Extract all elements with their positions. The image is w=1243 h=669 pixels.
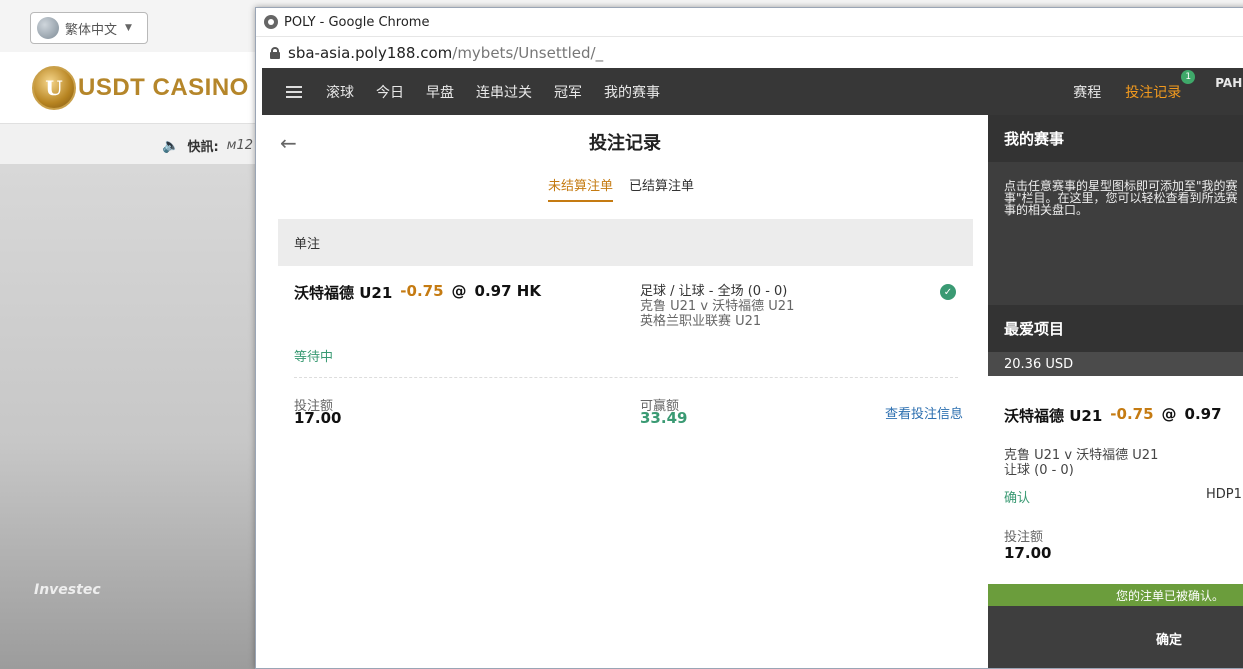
bet-item: 沃特福德 U21 -0.75 @ 0.97 HK 足球 / 让球 - 全场 (0… (278, 266, 973, 427)
nav-item-parlay[interactable]: 连串过关 (476, 82, 532, 102)
bet-at: @ (451, 282, 467, 300)
hamburger-menu-icon[interactable] (286, 85, 302, 98)
nav-item-today[interactable]: 今日 (376, 82, 404, 102)
url-path: /mybets/Unsettled/_ (452, 43, 604, 62)
right-sidebar: 我的赛事 点击任意赛事的星型图标即可添加至"我的赛事"栏目。在这里，您可以轻松查… (988, 115, 1243, 668)
page-title: 投注记录 (589, 133, 661, 154)
bet-market: 足球 / 让球 - 全场 (0 - 0) (640, 284, 788, 299)
ok-button[interactable]: 确定 (988, 606, 1243, 668)
bet-info: 足球 / 让球 - 全场 (0 - 0) 克鲁 U21 v 沃特福德 U21 英… (640, 284, 794, 329)
nav-item-outright[interactable]: 冠军 (554, 82, 582, 102)
bet-handicap: -0.75 (400, 282, 444, 300)
fav-hdp-code: HDP1 (1206, 487, 1242, 502)
nav-item-my-events[interactable]: 我的赛事 (604, 82, 660, 102)
language-label: 繁体中文 (65, 22, 118, 38)
fav-selection-line: 沃特福德 U21 -0.75 @ 0.97 (1004, 405, 1222, 426)
nav-item-bet-record[interactable]: 投注记录 1 (1125, 69, 1196, 102)
logo-text: USDT CASINO (78, 74, 249, 101)
stadium-text: Investec (34, 582, 101, 598)
bet-divider (294, 377, 958, 378)
nav-item-early[interactable]: 早盘 (426, 82, 454, 102)
language-select[interactable]: 繁体中文 ▼ (30, 12, 148, 44)
address-bar[interactable]: sba-asia.poly188.com/mybets/Unsettled/_ (256, 36, 1243, 68)
app-nav: 滚球 今日 早盘 连串过关 冠军 我的赛事 赛程 投注记录 1 PAHU (262, 68, 1243, 115)
win-value: 33.49 (640, 409, 688, 427)
bet-match: 克鲁 U21 v 沃特福德 U21 (640, 299, 795, 314)
window-title: POLY - Google Chrome (284, 14, 430, 30)
url-host: sba-asia.poly188.com (288, 43, 453, 62)
bet-status: 等待中 (294, 350, 334, 365)
bet-confirmed-notice: 您的注单已被确认。 (988, 584, 1243, 606)
news-text: м12 (226, 138, 253, 153)
fav-stake-value: 17.00 (1004, 544, 1052, 562)
favorites-balance: 20.36 USD (988, 352, 1243, 376)
nav-right: 赛程 投注记录 1 PAHU (1073, 68, 1243, 115)
bet-odds: 0.97 HK (474, 282, 541, 300)
my-events-title: 我的赛事 (988, 115, 1243, 162)
globe-icon (37, 17, 59, 39)
user-name[interactable]: PAHU (1215, 76, 1243, 90)
bet-count-badge: 1 (1181, 69, 1196, 84)
chrome-icon (264, 15, 278, 29)
view-bet-info-link[interactable]: 查看投注信息 (885, 403, 963, 422)
stake-value: 17.00 (294, 409, 342, 427)
fav-odds: 0.97 (1184, 405, 1222, 423)
bet-record-label: 投注记录 (1125, 84, 1182, 101)
tab-unsettled[interactable]: 未结算注单 (548, 175, 614, 202)
chrome-window: POLY - Google Chrome sba-asia.poly188.co… (255, 7, 1243, 669)
nav-item-live[interactable]: 滚球 (326, 82, 354, 102)
caret-down-icon: ▼ (125, 23, 132, 33)
coin-logo-icon: U (32, 66, 76, 110)
usdt-casino-logo[interactable]: U USDT CASINO (32, 66, 249, 110)
speaker-icon: 🔈 (162, 137, 180, 154)
tab-settled[interactable]: 已结算注单 (629, 175, 694, 202)
fav-confirm-status: 确认 (1004, 491, 1031, 506)
fav-match-info: 克鲁 U21 v 沃特福德 U21 让球 (0 - 0) (1004, 448, 1158, 478)
bet-record-panel: ← 投注记录 未结算注单 已结算注单 单注 沃特福德 U21 -0.75 @ 0… (262, 115, 988, 668)
check-circle-icon: ✓ (940, 284, 956, 300)
my-events-description: 点击任意赛事的星型图标即可添加至"我的赛事"栏目。在这里，您可以轻松查看到所选赛… (1004, 179, 1238, 217)
bet-selection-line: 沃特福德 U21 -0.75 @ 0.97 HK (294, 282, 541, 303)
bet-league: 英格兰职业联赛 U21 (640, 314, 762, 329)
news-ticker: 🔈 快訊: м12 (162, 136, 253, 156)
section-single-bets: 单注 (278, 219, 973, 266)
nav-item-schedule[interactable]: 赛程 (1073, 82, 1101, 102)
favorites-title: 最爱项目 (988, 305, 1243, 352)
window-titlebar[interactable]: POLY - Google Chrome (256, 8, 1243, 36)
fav-stake-label: 投注额 (1004, 530, 1044, 545)
fav-market: 让球 (0 - 0) (1004, 463, 1074, 478)
fav-match: 克鲁 U21 v 沃特福德 U21 (1004, 448, 1159, 463)
fav-handicap: -0.75 (1110, 405, 1154, 423)
fav-selection: 沃特福德 U21 (1004, 407, 1103, 425)
bet-selection: 沃特福德 U21 (294, 284, 393, 302)
favorites-panel: 最爱项目 20.36 USD 沃特福德 U21 -0.75 @ 0.97 克鲁 … (988, 305, 1243, 668)
bet-tabs: 未结算注单 已结算注单 (548, 175, 694, 202)
fav-at: @ (1161, 405, 1177, 423)
lock-icon[interactable] (270, 46, 280, 59)
news-label: 快訊: (187, 140, 219, 155)
